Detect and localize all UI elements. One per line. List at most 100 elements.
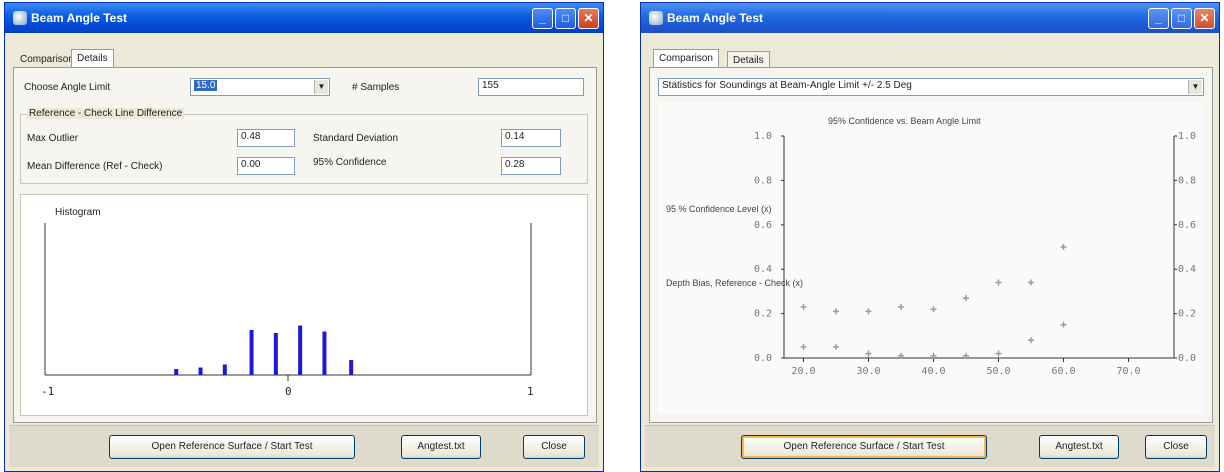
samples-label: # Samples [352, 82, 400, 93]
angle-limit-label: Choose Angle Limit [24, 82, 111, 93]
right-titlebar[interactable]: Beam Angle Test _ □ ✕ [641, 3, 1219, 33]
details-panel: Choose Angle Limit 15.0 ▼ # Samples 155 … [13, 67, 597, 423]
histogram-label-zero: 0 [285, 385, 292, 398]
x-tick-label: 20.0 [792, 366, 816, 377]
y-tick-label-right: 0.2 [1178, 309, 1196, 320]
group-title: Reference - Check Line Difference [27, 108, 185, 119]
series-1-point [833, 308, 839, 315]
histogram-area: Histogram -1 0 1 [20, 194, 588, 416]
histogram-bar [322, 331, 327, 375]
chevron-down-icon[interactable]: ▼ [1188, 80, 1202, 94]
angtest-button[interactable]: Angtest.txt [401, 435, 481, 459]
angtest-button[interactable]: Angtest.txt [1039, 435, 1119, 459]
close-icon[interactable]: ✕ [1194, 8, 1215, 29]
x-tick-label: 40.0 [922, 366, 946, 377]
chart-tick-labels: 0.0 0.0 0.2 0.2 0.4 0.4 0.6 0.6 0.8 0.8 1.0 1.0 20.0… [754, 131, 1196, 377]
series-2-point [833, 343, 839, 350]
left-window: Beam Angle Test _ □ ✕ Comparison Details… [4, 2, 604, 472]
angle-limit-select[interactable]: 15.0 ▼ [190, 78, 330, 96]
max-outlier-field[interactable]: 0.48 [237, 129, 295, 147]
close-icon[interactable]: ✕ [578, 8, 599, 29]
series-2-point [1028, 337, 1034, 344]
histogram-bar [174, 369, 179, 375]
app-icon [13, 11, 27, 25]
series-1-point [930, 306, 937, 313]
y-tick-label: 1.0 [754, 131, 772, 142]
y-tick-label-right: 0.0 [1178, 353, 1196, 364]
minimize-icon[interactable]: _ [532, 8, 553, 29]
confidence-field[interactable]: 0.28 [501, 157, 561, 175]
series-2-point [995, 350, 1002, 357]
histogram-bar [222, 364, 227, 375]
series-2-point [1060, 321, 1067, 328]
series-1-point [995, 279, 1002, 286]
histogram-bar [349, 360, 354, 375]
left-client: Comparison Details Choose Angle Limit 15… [9, 37, 599, 467]
statistics-select-value: Statistics for Soundings at Beam-Angle L… [662, 80, 912, 91]
mean-diff-label: Mean Difference (Ref - Check) [27, 161, 163, 172]
histogram-bar [298, 325, 303, 375]
left-button-bar: Open Reference Surface / Start Test Angt… [9, 425, 599, 467]
tab-comparison[interactable]: Comparison [653, 49, 719, 67]
series-2-point [800, 343, 807, 350]
app-icon [649, 11, 663, 25]
y-tick-label: 0.0 [754, 353, 772, 364]
x-tick-label: 50.0 [987, 366, 1011, 377]
histogram-title: Histogram [55, 207, 101, 218]
right-button-bar: Open Reference Surface / Start Test Angt… [645, 425, 1215, 467]
y-tick-label: 0.4 [754, 264, 772, 275]
right-window: Beam Angle Test _ □ ✕ Comparison Details… [640, 2, 1220, 472]
tab-details[interactable]: Details [71, 49, 114, 67]
series-1-point [865, 308, 872, 315]
chart-title: 95% Confidence vs. Beam Angle Limit [828, 116, 981, 126]
confidence-level-label: 95 % Confidence Level (x) [666, 204, 772, 214]
chart-axes [781, 135, 1177, 362]
series-1-point [898, 303, 904, 310]
x-tick-label: 60.0 [1052, 366, 1076, 377]
mean-diff-field[interactable]: 0.00 [237, 157, 295, 175]
tab-comparison[interactable]: Comparison [15, 51, 79, 68]
maximize-icon[interactable]: □ [555, 8, 576, 29]
series-1-point [800, 303, 807, 310]
left-titlebar[interactable]: Beam Angle Test _ □ ✕ [5, 3, 603, 33]
y-tick-label: 0.2 [754, 309, 772, 320]
series-1-point [1060, 244, 1067, 250]
stats-group: Reference - Check Line Difference Max Ou… [20, 108, 588, 184]
histogram-label-max: 1 [527, 385, 534, 398]
comparison-panel: Statistics for Soundings at Beam-Angle L… [649, 67, 1213, 423]
confidence-label: 95% Confidence [313, 157, 387, 168]
window-title: Beam Angle Test [31, 11, 128, 25]
depth-bias-label: Depth Bias, Reference - Check (x) [666, 278, 803, 288]
series-2-point [865, 350, 872, 357]
y-tick-label-right: 0.6 [1178, 220, 1196, 231]
histogram-bar [198, 367, 203, 375]
histogram-bar [249, 330, 254, 375]
confidence-chart: 95% Confidence vs. Beam Angle Limit 95 %… [666, 116, 1196, 377]
series-1-point [1028, 279, 1034, 286]
y-tick-label: 0.8 [754, 175, 772, 186]
angle-limit-value: 15.0 [194, 80, 218, 91]
chart-area: 95% Confidence vs. Beam Angle Limit 95 %… [658, 102, 1204, 414]
y-tick-label-right: 0.8 [1178, 175, 1196, 186]
open-reference-button[interactable]: Open Reference Surface / Start Test [741, 435, 987, 459]
statistics-select[interactable]: Statistics for Soundings at Beam-Angle L… [658, 78, 1204, 96]
std-dev-field[interactable]: 0.14 [501, 129, 561, 147]
y-tick-label-right: 1.0 [1178, 131, 1196, 142]
chart-points [800, 244, 1067, 359]
right-client: Comparison Details Statistics for Soundi… [645, 37, 1215, 467]
histogram-bar [273, 333, 278, 375]
samples-field[interactable]: 155 [478, 78, 584, 96]
max-outlier-label: Max Outlier [27, 133, 79, 144]
open-reference-button[interactable]: Open Reference Surface / Start Test [109, 435, 355, 459]
close-button[interactable]: Close [523, 435, 585, 459]
chevron-down-icon[interactable]: ▼ [314, 80, 328, 94]
histogram-bars [174, 325, 354, 375]
window-title: Beam Angle Test [667, 11, 764, 25]
y-tick-label-right: 0.4 [1178, 264, 1196, 275]
maximize-icon[interactable]: □ [1171, 8, 1192, 29]
std-dev-label: Standard Deviation [313, 133, 399, 144]
y-tick-label: 0.6 [754, 220, 772, 231]
minimize-icon[interactable]: _ [1148, 8, 1169, 29]
close-button[interactable]: Close [1145, 435, 1207, 459]
series-1-point [963, 295, 969, 302]
